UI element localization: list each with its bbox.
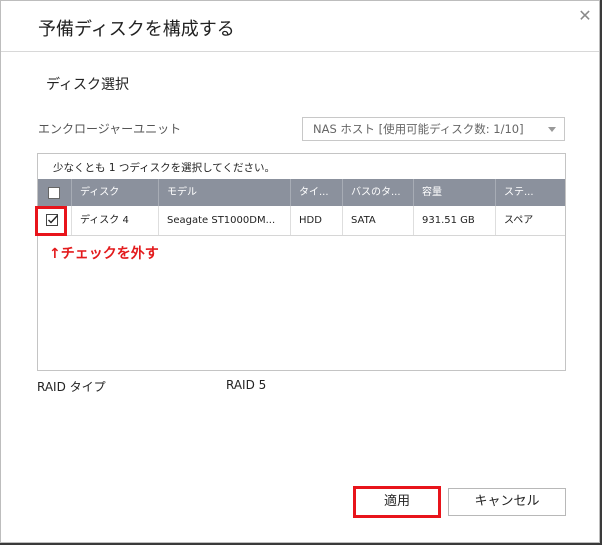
cell-bus: SATA — [342, 206, 413, 235]
select-all-checkbox[interactable] — [48, 187, 60, 199]
enclosure-selected-value: NAS ホスト [使用可能ディスク数: 1/10] — [313, 122, 524, 136]
cell-capacity: 931.51 GB — [413, 206, 495, 235]
header-select-all-cell — [38, 179, 71, 206]
close-icon[interactable]: ✕ — [577, 8, 593, 24]
cell-status: スペア — [495, 206, 565, 235]
apply-button[interactable]: 適用 — [353, 486, 441, 518]
column-header-capacity[interactable]: 容量 — [413, 179, 495, 206]
enclosure-label: エンクロージャーユニット — [38, 122, 182, 136]
column-header-bus[interactable]: バスのタ... — [342, 179, 413, 206]
dialog-title: 予備ディスクを構成する — [38, 19, 235, 40]
cell-disk: ディスク 4 — [71, 206, 158, 235]
section-title: ディスク選択 — [46, 77, 130, 93]
uncheck-annotation: ↑チェックを外す — [49, 246, 159, 262]
table-instruction: 少なくとも 1 つディスクを選択してください。 — [53, 162, 275, 174]
cell-type: HDD — [290, 206, 342, 235]
raid-type-value: RAID 5 — [226, 378, 267, 392]
column-header-type[interactable]: タイ... — [290, 179, 342, 206]
table-header: ディスク モデル タイ... バスのタ... 容量 ステ... — [38, 179, 565, 206]
column-header-status[interactable]: ステ... — [495, 179, 565, 206]
column-header-model[interactable]: モデル — [158, 179, 290, 206]
cell-model: Seagate ST1000DM... — [158, 206, 290, 235]
configure-spare-disk-dialog: 予備ディスクを構成する ✕ ディスク選択 エンクロージャーユニット NAS ホス… — [0, 0, 600, 543]
checkbox-highlight-box — [35, 206, 67, 236]
cancel-button[interactable]: キャンセル — [448, 488, 566, 516]
chevron-down-icon — [548, 127, 556, 132]
column-header-disk[interactable]: ディスク — [71, 179, 158, 206]
enclosure-select[interactable]: NAS ホスト [使用可能ディスク数: 1/10] — [302, 117, 565, 141]
raid-type-label: RAID タイプ — [37, 380, 106, 394]
table-row[interactable]: ディスク 4 Seagate ST1000DM... HDD SATA 931.… — [38, 206, 565, 236]
title-divider — [1, 51, 599, 52]
